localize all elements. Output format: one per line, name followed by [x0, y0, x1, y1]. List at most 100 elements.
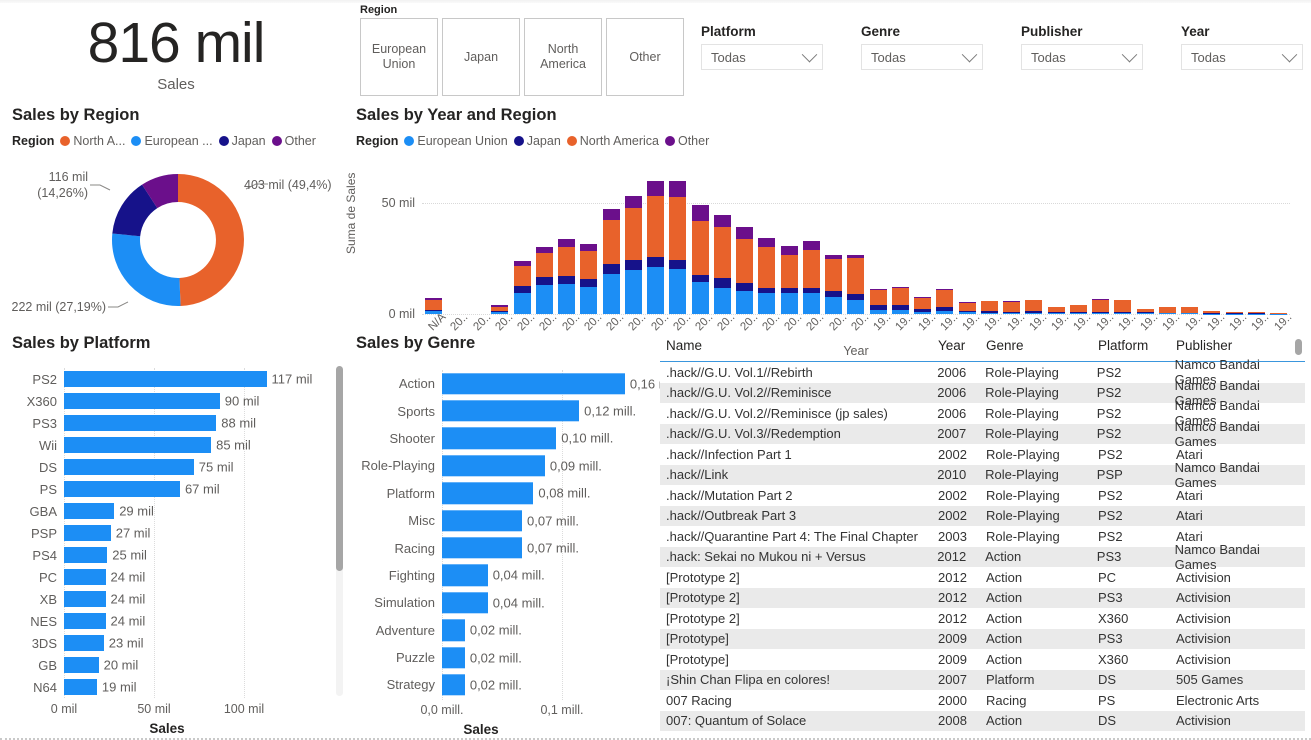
bar-fill[interactable]: [64, 437, 212, 453]
bar-fill[interactable]: [442, 455, 545, 477]
bar-segment-other[interactable]: [669, 180, 687, 198]
bar-segment-north-america[interactable]: [535, 252, 553, 277]
bar-segment-north-america[interactable]: [736, 238, 754, 284]
stacked-bar[interactable]: [647, 180, 665, 314]
table-row[interactable]: [Prototype 2] 2012 Action X360 Activision: [660, 608, 1305, 629]
bar-segment-european-union[interactable]: [691, 282, 709, 314]
platform-chart-scrollbar[interactable]: [336, 366, 343, 696]
bar-segment-japan[interactable]: [580, 279, 598, 287]
stacked-bar[interactable]: [558, 239, 576, 314]
bar-segment-north-america[interactable]: [602, 220, 620, 264]
slicer-button-other[interactable]: Other: [606, 18, 684, 96]
year-bar-slot[interactable]: [600, 172, 622, 314]
table-scroll-thumb[interactable]: [1295, 339, 1302, 355]
bar-segment-north-america[interactable]: [869, 290, 887, 306]
bar-segment-other[interactable]: [713, 214, 731, 227]
bar-segment-other[interactable]: [758, 237, 776, 248]
legend-item-japan[interactable]: Japan: [218, 134, 266, 148]
bar-fill[interactable]: [64, 415, 217, 431]
year-bar-slot[interactable]: [1223, 172, 1245, 314]
bar-row[interactable]: 3DS 23 mil: [12, 632, 322, 654]
year-bar-slot[interactable]: [756, 172, 778, 314]
table-row[interactable]: .hack//Mutation Part 2 2002 Role-Playing PS…: [660, 485, 1305, 506]
stacked-bar[interactable]: [936, 289, 954, 314]
bar-segment-other[interactable]: [647, 180, 665, 197]
stacked-bar[interactable]: [847, 255, 865, 314]
bar-segment-japan[interactable]: [513, 285, 531, 294]
bar-fill[interactable]: [64, 459, 194, 475]
bar-row[interactable]: XB 24 mil: [12, 588, 322, 610]
bar-fill[interactable]: [442, 427, 557, 450]
year-bar-slot[interactable]: [1268, 172, 1290, 314]
year-bar-slot[interactable]: [1201, 172, 1223, 314]
bar-row[interactable]: X360 90 mil: [12, 390, 322, 412]
bar-segment-north-america[interactable]: [980, 301, 998, 311]
bar-fill[interactable]: [442, 482, 534, 504]
table-row[interactable]: [Prototype 2] 2012 Action PS3 Activision: [660, 587, 1305, 608]
year-bar-slot[interactable]: [1156, 172, 1178, 314]
bar-segment-other[interactable]: [691, 204, 709, 222]
slicer-button-north-america[interactable]: North America: [524, 18, 602, 96]
stacked-bar[interactable]: [669, 180, 687, 314]
bar-segment-other[interactable]: [624, 196, 642, 209]
bar-row[interactable]: PS4 25 mil: [12, 544, 322, 566]
bar-row[interactable]: Strategy 0,02 mill.: [356, 671, 660, 698]
stacked-bar[interactable]: [713, 214, 731, 314]
year-bar-slot[interactable]: [511, 172, 533, 314]
stacked-bar[interactable]: [624, 196, 642, 314]
genre-filter-dropdown[interactable]: Todas: [861, 44, 983, 70]
bar-segment-european-union[interactable]: [669, 269, 687, 314]
year-bar-slot[interactable]: [778, 172, 800, 314]
bar-row[interactable]: Simulation 0,04 mill.: [356, 589, 660, 616]
bar-fill[interactable]: [442, 619, 465, 641]
year-bar-slot[interactable]: [689, 172, 711, 314]
bar-segment-japan[interactable]: [602, 263, 620, 274]
year-bar-slot[interactable]: [444, 172, 466, 314]
bar-row[interactable]: NES 24 mil: [12, 610, 322, 632]
bar-segment-north-america[interactable]: [1025, 300, 1043, 311]
bar-segment-north-america[interactable]: [758, 247, 776, 288]
donut-slice-north-america[interactable]: [178, 174, 244, 306]
bar-segment-japan[interactable]: [647, 257, 665, 268]
bar-row[interactable]: PS2 117 mil: [12, 368, 322, 390]
year-bar-slot[interactable]: [845, 172, 867, 314]
bar-fill[interactable]: [442, 537, 522, 559]
bar-row[interactable]: N64 19 mil: [12, 676, 322, 698]
bar-fill[interactable]: [64, 657, 99, 673]
bar-row[interactable]: Misc 0,07 mill.: [356, 507, 660, 534]
legend-item-japan[interactable]: Japan: [513, 134, 561, 148]
stacked-bar[interactable]: [825, 255, 843, 314]
bar-segment-european-union[interactable]: [580, 286, 598, 314]
column-header-genre[interactable]: Genre: [986, 338, 1098, 353]
platform-filter-dropdown[interactable]: Todas: [701, 44, 823, 70]
stacked-bar[interactable]: [602, 209, 620, 314]
bar-segment-japan[interactable]: [713, 277, 731, 288]
legend-item-other[interactable]: Other: [271, 134, 316, 148]
year-bar-slot[interactable]: [867, 172, 889, 314]
bar-segment-other[interactable]: [802, 240, 820, 250]
bar-segment-japan[interactable]: [669, 260, 687, 270]
bar-row[interactable]: Fighting 0,04 mill.: [356, 562, 660, 589]
bar-row[interactable]: Shooter 0,10 mill.: [356, 425, 660, 452]
bar-row[interactable]: Wii 85 mil: [12, 434, 322, 456]
bar-row[interactable]: PS3 88 mil: [12, 412, 322, 434]
year-bar-slot[interactable]: [978, 172, 1000, 314]
bar-row[interactable]: GBA 29 mil: [12, 500, 322, 522]
table-row[interactable]: [Prototype] 2009 Action X360 Activision: [660, 649, 1305, 670]
bar-segment-north-america[interactable]: [891, 287, 909, 306]
legend-item-european-union[interactable]: European ...: [131, 134, 213, 148]
table-row[interactable]: .hack//G.U. Vol.3//Redemption 2007 Role-Pl…: [660, 419, 1305, 449]
year-bar-slot[interactable]: [489, 172, 511, 314]
table-row[interactable]: .hack//Outbreak Part 3 2002 Role-Playing PS…: [660, 505, 1305, 526]
year-bar-slot[interactable]: [422, 172, 444, 314]
column-header-name[interactable]: Name: [660, 338, 938, 353]
donut-slice-european-union[interactable]: [111, 233, 181, 306]
bar-fill[interactable]: [64, 569, 106, 585]
bar-segment-european-union[interactable]: [535, 284, 553, 314]
bar-row[interactable]: Role-Playing 0,09 mill.: [356, 452, 660, 479]
bar-segment-north-america[interactable]: [691, 221, 709, 275]
bar-segment-north-america[interactable]: [780, 255, 798, 288]
bar-row[interactable]: GB 20 mil: [12, 654, 322, 676]
table-row[interactable]: [Prototype] 2009 Action PS3 Activision: [660, 628, 1305, 649]
bar-fill[interactable]: [442, 564, 488, 587]
